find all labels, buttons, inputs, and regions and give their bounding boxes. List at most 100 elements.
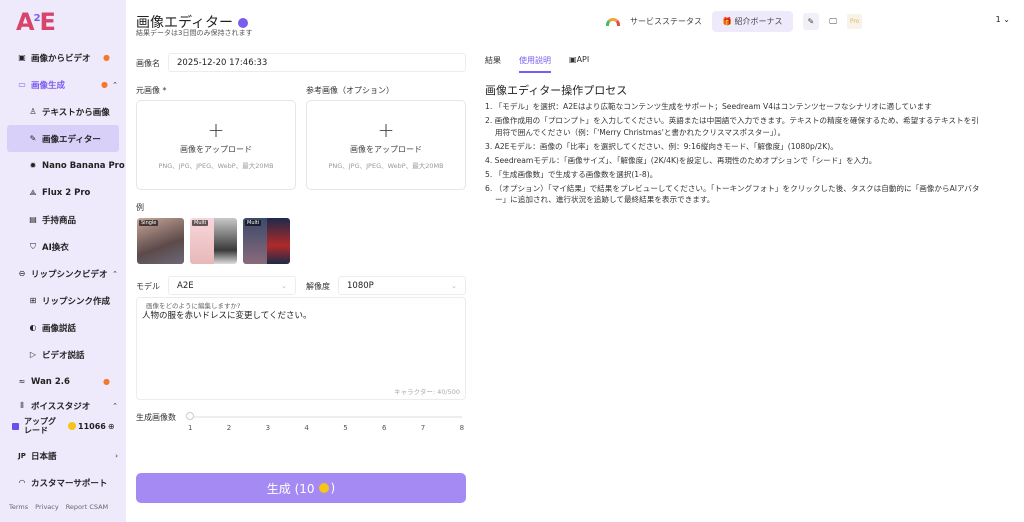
privacy-link[interactable]: Privacy — [35, 503, 59, 511]
chevron-up-icon: ⌃ — [112, 80, 118, 89]
sidebar: A2E ▣ 画像からビデオ ● ▭ 画像生成 ● ⌃ ♙ テキストから画像 ✎ 画像エディター ✹ Na… — [0, 0, 126, 522]
slider-tick: 3 — [265, 424, 271, 432]
sidebar-item[interactable]: ♙ テキストから画像 — [0, 98, 126, 125]
chevron-up-icon: ⌃ — [112, 269, 118, 278]
tab-results[interactable]: 結果 — [485, 55, 501, 73]
example-multi-2[interactable]: Multi — [243, 218, 290, 264]
sidebar-item[interactable]: ✎ 画像エディター — [7, 125, 119, 152]
head-speak-icon: ◐ — [29, 323, 37, 332]
report-link[interactable]: Report CSAM — [66, 503, 108, 511]
slider-tick: 1 — [188, 424, 193, 432]
chevron-up-icon: ⌃ — [112, 402, 118, 410]
slider-tick: 4 — [304, 424, 309, 432]
slider-tick: 2 — [226, 424, 232, 432]
instructions-heading: 画像エディター操作プロセス — [485, 84, 628, 97]
instruction-step: 3. A2Eモデル：画像の「比率」を選択してください、例：9:16縦向きモード、… — [485, 141, 838, 151]
edit-icon: ✎ — [29, 134, 37, 143]
plus-square-icon: ⊞ — [29, 296, 37, 305]
api-icon: ▣ — [569, 55, 577, 64]
sidebar-item[interactable]: ✹ Nano Banana Pro — [0, 152, 126, 179]
example-multi-1[interactable]: Multi — [190, 218, 237, 264]
reference-image-upload[interactable]: + 画像をアップロード PNG、JPG、JPEG、WebP、最大20MB — [306, 100, 466, 190]
sidebar-item[interactable]: ≈ Wan 2.6 ● — [0, 368, 126, 395]
triangle-icon: ⟁ — [29, 187, 37, 197]
slider-tick: 7 — [420, 424, 426, 432]
examples-label: 例 — [136, 203, 144, 212]
referral-bonus-button[interactable]: 🎁 紹介ボーナス — [712, 11, 793, 32]
count-label: 生成画像数 — [136, 413, 176, 422]
image-icon: ▭ — [18, 80, 26, 89]
waveform-icon: ⦀ — [20, 401, 24, 410]
add-credits-icon[interactable]: ⊕ — [108, 422, 115, 431]
resolution-select[interactable]: 1080P ⌄ — [338, 276, 466, 295]
fire-icon: ● — [103, 377, 110, 386]
tab-api[interactable]: ▣API — [569, 55, 589, 73]
sidebar-item[interactable]: ▷ ビデオ説話 — [0, 341, 126, 368]
monitor-icon[interactable]: 🖵 — [829, 17, 837, 27]
page-subtitle: 結果データは3日間のみ保持されます — [136, 29, 253, 37]
prompt-textarea[interactable]: 画像をどのように編集しますか? 人物の服を赤いドレスに変更してください。 キャラクタ… — [136, 297, 466, 400]
example-single[interactable]: Single — [137, 218, 184, 264]
model-select[interactable]: A2E ⌄ — [168, 276, 296, 295]
upgrade-icon — [12, 422, 19, 430]
video-speak-icon: ▷ — [29, 350, 37, 359]
person-icon: ♙ — [29, 107, 37, 116]
instruction-step: 4. Seedreamモデル：「画像サイズ」、「解像度」(2K/4K)を設定し、… — [485, 155, 877, 165]
sidebar-item[interactable]: ▭ 画像生成 ● ⌃ — [0, 71, 126, 98]
sidebar-item[interactable]: ⛉ AI換衣 — [0, 233, 126, 260]
shirt-icon: ⛉ — [30, 241, 36, 251]
image-video-icon: ▣ — [18, 53, 26, 62]
language-selector[interactable]: JP 日本語 › — [0, 442, 126, 469]
source-image-label: 元画像 * — [136, 86, 167, 95]
slider-tick: 5 — [343, 424, 348, 432]
plus-icon: + — [377, 118, 395, 142]
sidebar-item[interactable]: ⊞ リップシンク作成 — [0, 287, 126, 314]
gauge-icon — [606, 17, 620, 26]
coin-icon — [68, 422, 76, 430]
resolution-label: 解像度 — [306, 282, 330, 291]
box-icon: ▤ — [29, 215, 37, 224]
headset-icon: ◠ — [18, 478, 26, 487]
image-name-label: 画像名 — [136, 59, 160, 68]
slider-handle[interactable] — [186, 412, 194, 420]
credits: 11066 — [78, 421, 106, 431]
count-slider[interactable] — [186, 412, 462, 420]
fire-icon: ● — [101, 80, 108, 89]
fire-icon: ● — [103, 53, 110, 62]
plus-icon: + — [207, 118, 225, 142]
sidebar-nav: ▣ 画像からビデオ ● ▭ 画像生成 ● ⌃ ♙ テキストから画像 ✎ 画像エディター ✹ Nano B… — [0, 44, 126, 417]
generate-button[interactable]: 生成 (10) — [136, 473, 466, 503]
pro-badge[interactable]: Pro — [846, 14, 863, 29]
sidebar-item[interactable]: ⊖ リップシンクビデオ ⌃ — [0, 260, 126, 287]
instruction-step: 1. 「モデル」を選択：A2Eはより広範なコンテンツ生成をサポート；Seedre… — [485, 102, 932, 111]
chevron-down-icon: ⌄ — [451, 281, 457, 290]
instruction-step: 2. 画像作成用の「プロンプト」を入力してください。英語または中国語で入力できま… — [485, 116, 979, 137]
info-icon[interactable] — [238, 18, 249, 28]
sidebar-item[interactable]: ▣ 画像からビデオ ● — [0, 44, 126, 71]
lips-icon: ⊖ — [18, 269, 26, 278]
chevron-right-icon: › — [115, 451, 118, 460]
char-count: キャラクター: 40/500 — [394, 388, 460, 396]
customer-support[interactable]: ◠ カスタマーサポート — [0, 469, 126, 496]
image-name-input[interactable]: 2025-12-20 17:46:33 — [168, 53, 466, 72]
tab-instructions[interactable]: 使用説明 — [519, 55, 551, 73]
user-menu[interactable]: 1 ⌄ — [996, 15, 1010, 24]
a2e-logo[interactable]: A2E — [16, 8, 56, 36]
model-label: モデル — [136, 282, 160, 291]
instructions-list: 1. 「モデル」を選択：A2Eはより広範なコンテンツ生成をサポート；Seedre… — [485, 101, 985, 208]
sidebar-item[interactable]: ⟁ Flux 2 Pro — [0, 179, 126, 206]
service-status-link[interactable]: サービスステータス — [630, 16, 702, 27]
gear-icon: ✹ — [29, 161, 37, 170]
upgrade-row[interactable]: アップグレード 11066 ⊕ — [0, 414, 126, 438]
sidebar-item[interactable]: ▤ 手持商品 — [0, 206, 126, 233]
instruction-step: 6. （オプション）「マイ結果」で結果をプレビューしてください。「トーキングフォ… — [485, 183, 980, 205]
sidebar-item[interactable]: ◐ 画像説話 — [0, 314, 126, 341]
instruction-step: 5. 「生成画像数」で生成する画像数を選択(1-8)。 — [485, 169, 658, 179]
brush-icon[interactable]: ✎ — [802, 13, 820, 30]
source-image-upload[interactable]: + 画像をアップロード PNG、JPG、JPEG、WebP、最大20MB — [136, 100, 296, 190]
coin-icon — [318, 483, 329, 493]
slider-tick: 8 — [459, 424, 465, 432]
terms-link[interactable]: Terms — [9, 503, 28, 511]
reference-image-label: 参考画像（オプション） — [306, 86, 394, 95]
slider-tick: 6 — [382, 424, 387, 432]
